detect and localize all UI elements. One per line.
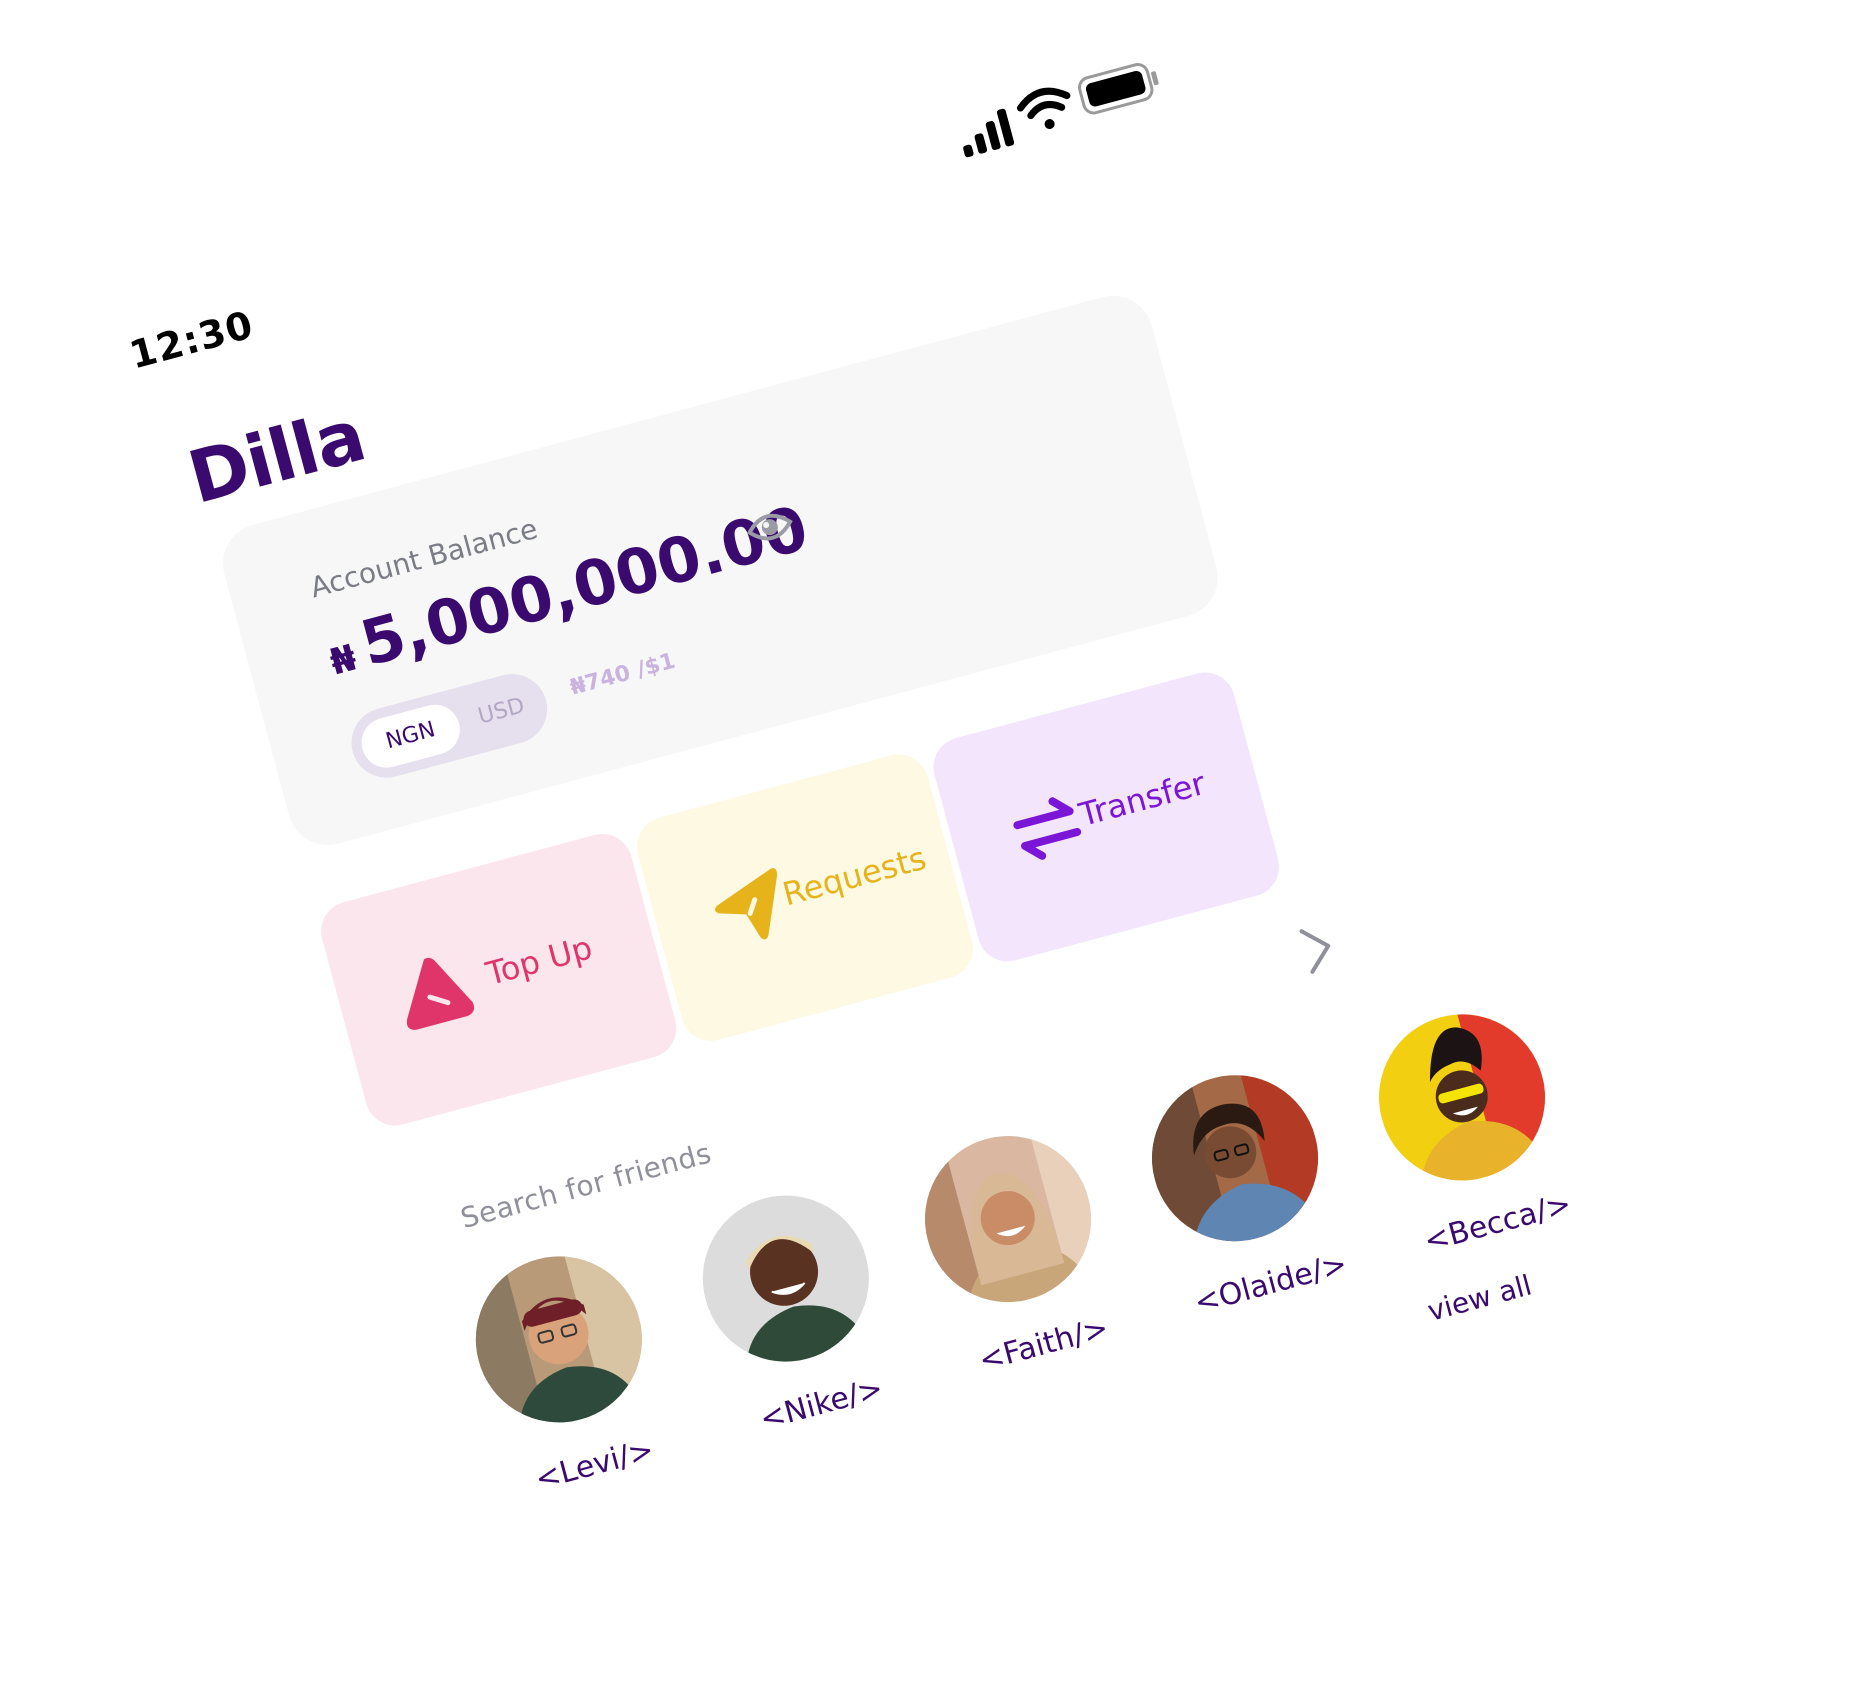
exchange-rate: ₦740 /$1 [567,648,678,701]
friend-item[interactable]: <Nike/> [684,1176,908,1443]
avatar[interactable] [906,1117,1110,1321]
friend-name: <Nike/> [756,1370,887,1438]
home-content: Dilla Account Balance ₦5,000,000.00 NGN … [130,0,1722,1586]
balance-amount: ₦5,000,000.00 [319,491,815,689]
transfer-button[interactable]: Transfer [926,665,1286,969]
requests-button[interactable]: Requests [630,747,980,1048]
transfer-label: Transfer [1075,763,1210,835]
transfer-arrows-icon [1013,797,1082,860]
friend-item[interactable]: <Levi/> [457,1237,681,1504]
top-up-icon [406,957,475,1030]
friend-name: <Olaide/> [1190,1246,1351,1321]
search-friends-label[interactable]: Search for friends [457,1136,715,1235]
friend-item[interactable]: <Becca/> [1360,995,1584,1262]
view-all-link[interactable]: view all [1424,1269,1535,1328]
currency-symbol: ₦ [325,637,361,684]
friend-name: <Levi/> [531,1432,658,1498]
friend-item[interactable]: <Faith/> [906,1116,1130,1383]
friend-name: <Faith/> [975,1310,1113,1379]
avatar[interactable] [684,1176,888,1381]
send-request-icon [715,868,778,940]
top-up-label: Top Up [482,928,597,993]
avatar[interactable] [457,1237,661,1442]
currency-toggle[interactable]: NGN USD [343,666,555,786]
avatar[interactable] [1133,1056,1337,1260]
top-up-button[interactable]: Top Up [314,827,684,1133]
friend-name: <Becca/> [1420,1186,1576,1260]
app-screen: 12:30 Dilla Account Balance ₦5,000,000.0… [0,0,1857,1682]
requests-label: Requests [778,838,931,914]
chevron-right-icon[interactable] [1295,920,1341,977]
currency-option-usd[interactable]: USD [460,678,542,745]
currency-option-ngn[interactable]: NGN [355,699,466,774]
avatar[interactable] [1360,995,1564,1200]
friend-item[interactable]: <Olaide/> [1133,1056,1357,1323]
